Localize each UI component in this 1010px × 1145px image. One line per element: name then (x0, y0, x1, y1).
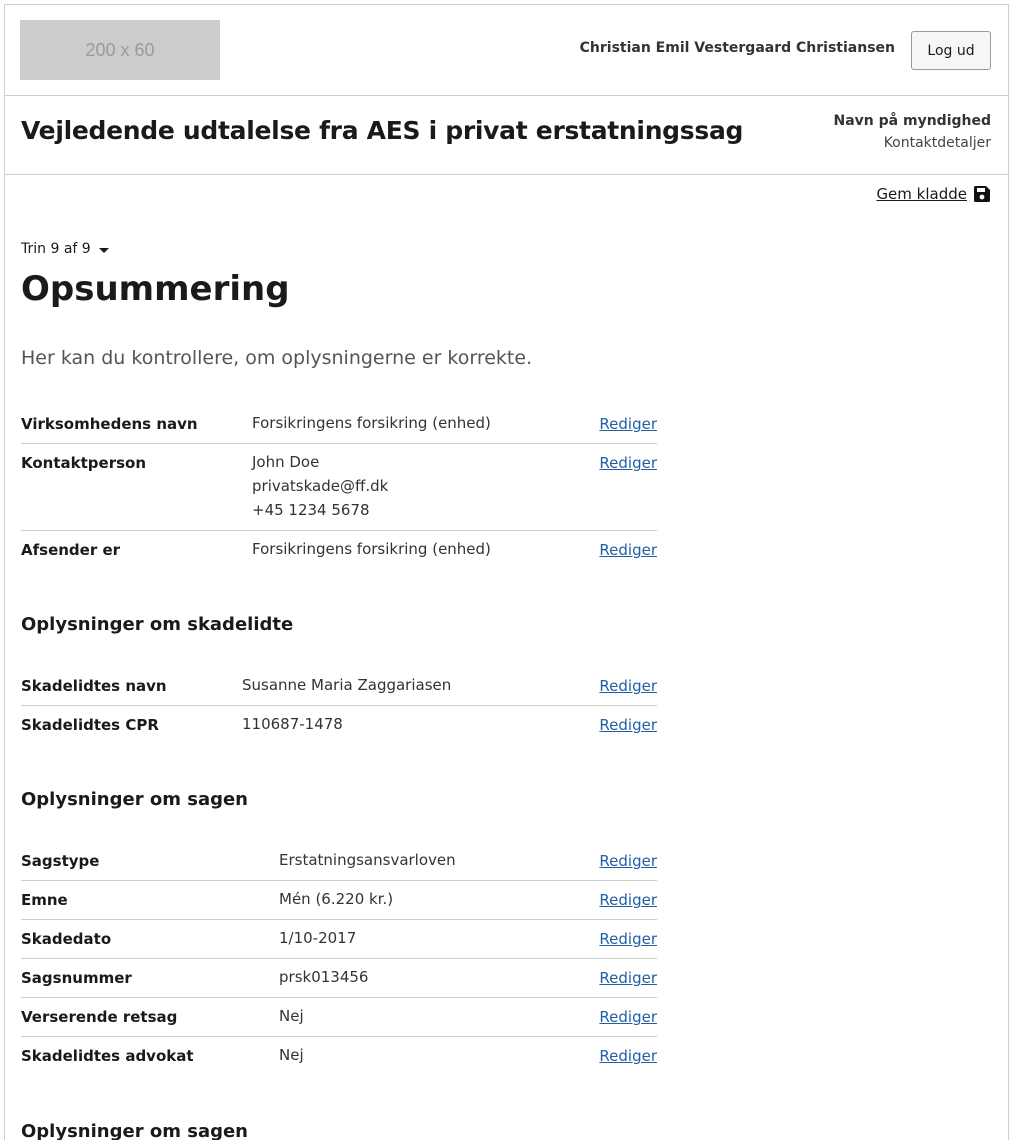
save-draft-label: Gem kladde (876, 185, 967, 203)
table-row: Virksomhedens navn Forsikringens forsikri… (21, 405, 657, 444)
row-value: Mén (6.220 kr.) (279, 887, 393, 911)
row-value-line: Susanne Maria Zaggariasen (242, 676, 452, 694)
row-label: Virksomhedens navn (21, 415, 198, 433)
authority-info: Navn på myndighed Kontaktdetaljer (834, 113, 991, 151)
table-row: Skadelidtes navn Susanne Maria Zaggariase… (21, 667, 657, 706)
edit-link[interactable]: Rediger (599, 1008, 657, 1026)
edit-link[interactable]: Rediger (599, 1047, 657, 1065)
edit-link[interactable]: Rediger (599, 415, 657, 433)
edit-link[interactable]: Rediger (599, 677, 657, 695)
row-value-line: privatskade@ff.dk (252, 477, 389, 495)
case-summary-table: Sagstype Erstatningsansvarloven Rediger Emn… (21, 842, 657, 1076)
row-value-line: 1/10-2017 (279, 929, 357, 947)
title-bar: Vejledende udtalelse fra AES i privat er… (5, 96, 1008, 175)
table-row: Skadelidtes advokat Nej Rediger (21, 1037, 657, 1076)
injured-summary-table: Skadelidtes navn Susanne Maria Zaggariase… (21, 667, 657, 745)
row-value-line: 110687-1478 (242, 715, 343, 733)
table-row: Kontaktperson John Doe privatskade@ff.dk +4… (21, 444, 657, 531)
row-label: Skadelidtes navn (21, 677, 167, 695)
row-value: Susanne Maria Zaggariasen (242, 673, 451, 697)
table-row: Skadedato 1/10-2017 Rediger (21, 920, 657, 959)
row-label: Sagstype (21, 852, 100, 870)
logo-placeholder: 200 x 60 (20, 20, 220, 80)
user-name: Christian Emil Vestergaard Christiansen (579, 40, 895, 56)
row-value-line: Nej (279, 1046, 304, 1064)
row-value: Forsikringens forsikring (enhed) (252, 411, 491, 435)
next-section-heading: Oplysninger om sagen (21, 1121, 248, 1140)
injured-section-heading: Oplysninger om skadelidte (21, 614, 294, 635)
authority-name: Navn på myndighed (833, 113, 991, 129)
table-row: Emne Mén (6.220 kr.) Rediger (21, 881, 657, 920)
save-draft-link[interactable]: Gem kladde (876, 185, 991, 203)
row-value-line: Mén (6.220 kr.) (279, 890, 394, 908)
row-value-line: Erstatningsansvarloven (279, 851, 456, 869)
row-label: Skadedato (21, 930, 112, 948)
edit-link[interactable]: Rediger (599, 891, 657, 909)
edit-link[interactable]: Rediger (599, 969, 657, 987)
row-label: Afsender er (21, 541, 121, 559)
row-label: Skadelidtes advokat (21, 1047, 194, 1065)
step-dropdown[interactable]: Trin 9 af 9 (21, 241, 109, 257)
table-row: Afsender er Forsikringens forsikring (enh… (21, 531, 657, 570)
intro-text: Her kan du kontrollere, om oplysningerne… (21, 347, 533, 369)
row-value-line: John Doe (252, 453, 320, 471)
row-value-line: Nej (279, 1007, 304, 1025)
row-value: Forsikringens forsikring (enhed) (252, 537, 491, 561)
logout-button[interactable]: Log ud (911, 31, 991, 70)
row-value: Nej (279, 1043, 304, 1067)
table-row: Skadelidtes CPR 110687-1478 Rediger (21, 706, 657, 745)
edit-link[interactable]: Rediger (599, 930, 657, 948)
edit-link[interactable]: Rediger (599, 852, 657, 870)
top-header: 200 x 60 Christian Emil Vestergaard Chri… (5, 5, 1008, 96)
save-icon (974, 186, 990, 202)
row-value-line: Forsikringens forsikring (enhed) (252, 540, 491, 558)
row-value-line: prsk013456 (279, 968, 369, 986)
edit-link[interactable]: Rediger (599, 541, 657, 559)
row-value: John Doe privatskade@ff.dk +45 1234 5678 (252, 450, 388, 522)
row-label: Skadelidtes CPR (21, 716, 159, 734)
table-row: Sagsnummer prsk013456 Rediger (21, 959, 657, 998)
step-label: Trin 9 af 9 (21, 241, 91, 257)
page-title: Vejledende udtalelse fra AES i privat er… (21, 116, 744, 145)
authority-contact-link[interactable]: Kontaktdetaljer (834, 135, 991, 151)
row-label: Kontaktperson (21, 454, 147, 472)
section-title: Opsummering (21, 269, 290, 309)
row-value: 110687-1478 (242, 712, 343, 736)
app-frame: 200 x 60 Christian Emil Vestergaard Chri… (4, 4, 1009, 1140)
case-section-heading: Oplysninger om sagen (21, 789, 248, 810)
row-value: 1/10-2017 (279, 926, 356, 950)
edit-link[interactable]: Rediger (599, 716, 657, 734)
row-label: Emne (21, 891, 68, 909)
sender-summary-table: Virksomhedens navn Forsikringens forsikri… (21, 405, 657, 570)
row-value: prsk013456 (279, 965, 368, 989)
caret-down-icon (98, 248, 109, 253)
row-value-line: +45 1234 5678 (252, 501, 370, 519)
row-label: Sagsnummer (21, 969, 132, 987)
row-value: Erstatningsansvarloven (279, 848, 456, 872)
row-value: Nej (279, 1004, 304, 1028)
table-row: Verserende retsag Nej Rediger (21, 998, 657, 1037)
row-value-line: Forsikringens forsikring (enhed) (252, 414, 491, 432)
table-row: Sagstype Erstatningsansvarloven Rediger (21, 842, 657, 881)
edit-link[interactable]: Rediger (599, 454, 657, 472)
row-label: Verserende retsag (21, 1008, 178, 1026)
